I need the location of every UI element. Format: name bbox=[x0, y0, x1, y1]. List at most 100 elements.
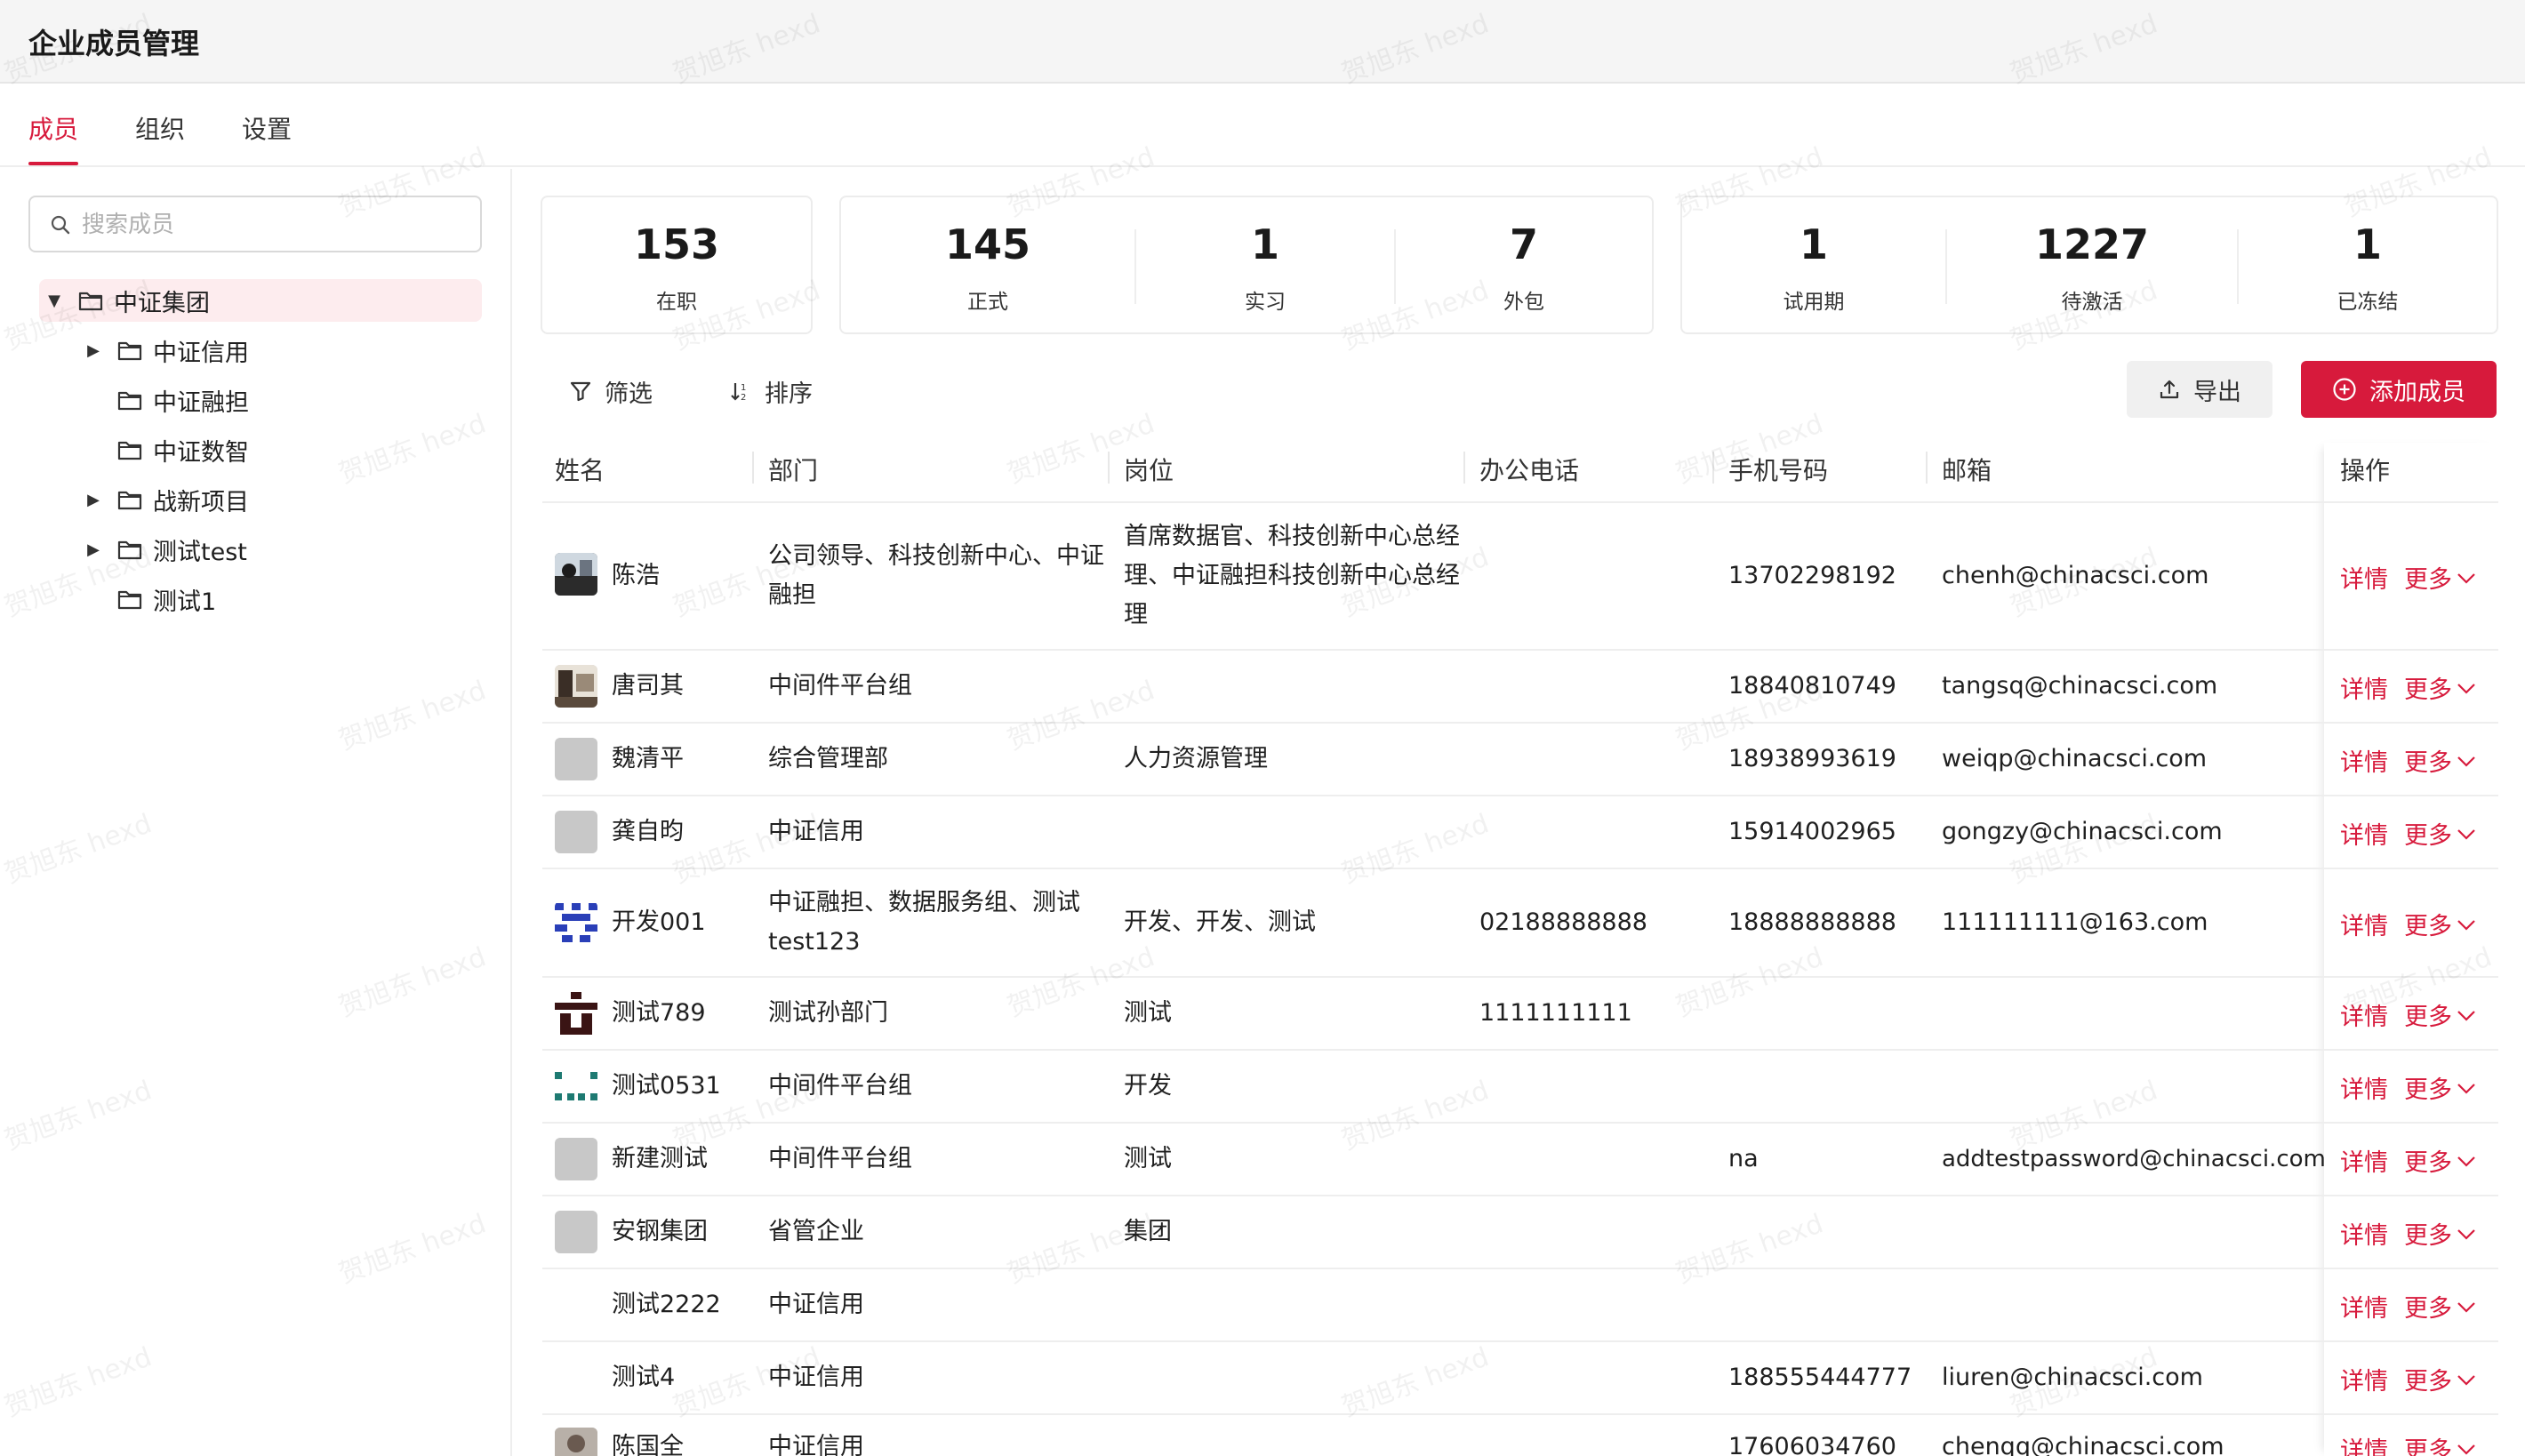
more-menu[interactable]: 更多 bbox=[2404, 670, 2477, 705]
more-menu[interactable]: 更多 bbox=[2404, 1431, 2477, 1456]
column-header-department[interactable]: 部门 bbox=[768, 452, 818, 487]
cell-name[interactable]: 安钢集团 bbox=[612, 1212, 708, 1252]
cell-department: 公司领导、科技创新中心、中证融担 bbox=[768, 542, 1104, 609]
detail-link[interactable]: 详情 bbox=[2340, 1431, 2388, 1456]
more-menu[interactable]: 更多 bbox=[2404, 1143, 2477, 1178]
more-menu[interactable]: 更多 bbox=[2404, 1289, 2477, 1324]
org-sidebar: ▼ 中证集团 ▶ 中证信用 中证融担 中证数智 ▶ 战新项目 ▶ 测试test … bbox=[0, 169, 512, 1456]
detail-link[interactable]: 详情 bbox=[2340, 1362, 2388, 1396]
more-menu[interactable]: 更多 bbox=[2404, 816, 2477, 851]
cell-name[interactable]: 唐司其 bbox=[612, 667, 684, 706]
cell-name[interactable]: 测试789 bbox=[612, 994, 706, 1033]
more-label: 更多 bbox=[2404, 1004, 2452, 1031]
detail-link[interactable]: 详情 bbox=[2340, 1143, 2388, 1178]
row-divider bbox=[542, 1413, 2498, 1415]
more-menu[interactable]: 更多 bbox=[2404, 743, 2477, 778]
chevron-down-icon bbox=[2457, 756, 2475, 767]
detail-link[interactable]: 详情 bbox=[2340, 560, 2388, 595]
cell-name[interactable]: 测试4 bbox=[612, 1358, 675, 1397]
avatar bbox=[555, 1428, 597, 1456]
column-header-office-phone[interactable]: 办公电话 bbox=[1479, 452, 1579, 487]
more-menu[interactable]: 更多 bbox=[2404, 907, 2477, 941]
detail-link[interactable]: 详情 bbox=[2340, 1289, 2388, 1324]
svg-text:2: 2 bbox=[741, 393, 746, 403]
cell-name[interactable]: 陈国全 bbox=[612, 1428, 684, 1456]
cell-department: 中证信用 bbox=[768, 818, 864, 845]
avatar bbox=[555, 1211, 597, 1253]
column-header-email[interactable]: 邮箱 bbox=[1942, 452, 1992, 487]
row-divider bbox=[542, 795, 2498, 796]
tree-node-label: 测试test bbox=[153, 538, 247, 566]
row-divider bbox=[542, 722, 2498, 724]
watermark: 贺旭东 hexd bbox=[1671, 941, 1828, 1024]
caret-right-icon[interactable]: ▶ bbox=[82, 341, 105, 360]
detail-link[interactable]: 详情 bbox=[2340, 816, 2388, 851]
member-search-box[interactable] bbox=[28, 196, 482, 252]
export-button[interactable]: 导出 bbox=[2127, 361, 2272, 418]
stat-value: 1 bbox=[1799, 220, 1828, 268]
filter-button[interactable]: 筛选 bbox=[569, 373, 653, 409]
cell-email: liuren@chinacsci.com bbox=[1942, 1364, 2203, 1391]
cell-name[interactable]: 测试0531 bbox=[612, 1067, 721, 1106]
search-input[interactable] bbox=[82, 208, 464, 242]
detail-link[interactable]: 详情 bbox=[2340, 670, 2388, 705]
more-menu[interactable]: 更多 bbox=[2404, 1216, 2477, 1251]
row-divider bbox=[542, 649, 2498, 651]
column-header-position[interactable]: 岗位 bbox=[1124, 452, 1174, 487]
avatar bbox=[555, 738, 597, 780]
cell-position: 开发 bbox=[1124, 1072, 1172, 1100]
cell-name[interactable]: 陈浩 bbox=[612, 556, 660, 596]
more-menu[interactable]: 更多 bbox=[2404, 1070, 2477, 1105]
stat-probation: 1 试用期 bbox=[1682, 197, 1945, 332]
cell-name[interactable]: 新建测试 bbox=[612, 1140, 708, 1179]
tree-node-child[interactable]: 中证数智 bbox=[82, 428, 249, 471]
avatar bbox=[555, 1138, 597, 1180]
tree-node-child[interactable]: ▶ 战新项目 bbox=[82, 478, 249, 521]
detail-link[interactable]: 详情 bbox=[2340, 1216, 2388, 1251]
tab-members[interactable]: 成员 bbox=[28, 110, 78, 146]
folder-icon bbox=[117, 489, 142, 510]
sort-button[interactable]: 12 排序 bbox=[729, 373, 813, 409]
row-divider bbox=[542, 868, 2498, 869]
cell-office-phone: 02188888888 bbox=[1479, 908, 1647, 936]
search-icon bbox=[51, 215, 70, 235]
column-header-name[interactable]: 姓名 bbox=[555, 452, 605, 487]
caret-right-icon[interactable]: ▶ bbox=[82, 491, 105, 509]
tab-settings[interactable]: 设置 bbox=[242, 110, 292, 146]
cell-name[interactable]: 龚自昀 bbox=[612, 812, 684, 852]
cell-name[interactable]: 开发001 bbox=[612, 903, 706, 942]
cell-mobile: 18888888888 bbox=[1728, 908, 1896, 936]
detail-link[interactable]: 详情 bbox=[2340, 1070, 2388, 1105]
cell-email: 111111111@163.com bbox=[1942, 908, 2208, 936]
folder-icon bbox=[117, 588, 142, 610]
tree-node-root[interactable]: ▼ 中证集团 bbox=[39, 279, 482, 322]
tree-node-child[interactable]: ▶ 中证信用 bbox=[82, 329, 249, 372]
detail-link[interactable]: 详情 bbox=[2340, 997, 2388, 1032]
tree-node-label: 测试1 bbox=[153, 588, 217, 616]
caret-right-icon[interactable]: ▶ bbox=[82, 540, 105, 559]
more-menu[interactable]: 更多 bbox=[2404, 560, 2477, 595]
cell-name[interactable]: 魏清平 bbox=[612, 740, 684, 779]
detail-link[interactable]: 详情 bbox=[2340, 907, 2388, 941]
row-divider bbox=[542, 1049, 2498, 1051]
cell-name[interactable]: 测试2222 bbox=[612, 1285, 721, 1324]
column-header-mobile[interactable]: 手机号码 bbox=[1728, 452, 1828, 487]
cell-email: tangsq@chinacsci.com bbox=[1942, 672, 2218, 700]
tree-node-child[interactable]: 测试1 bbox=[82, 578, 216, 620]
cell-department: 中间件平台组 bbox=[768, 1072, 912, 1100]
more-menu[interactable]: 更多 bbox=[2404, 997, 2477, 1032]
chevron-down-icon bbox=[2457, 1374, 2475, 1386]
add-member-button[interactable]: 添加成员 bbox=[2301, 361, 2497, 418]
caret-down-icon[interactable]: ▼ bbox=[43, 292, 66, 310]
detail-link[interactable]: 详情 bbox=[2340, 743, 2388, 778]
tree-node-child[interactable]: 中证融担 bbox=[82, 379, 249, 421]
row-divider bbox=[542, 1340, 2498, 1342]
cell-department: 测试孙部门 bbox=[768, 999, 888, 1027]
more-label: 更多 bbox=[2404, 1149, 2452, 1177]
cell-position: 测试 bbox=[1124, 999, 1172, 1027]
tree-node-child[interactable]: ▶ 测试test bbox=[82, 528, 247, 571]
more-menu[interactable]: 更多 bbox=[2404, 1362, 2477, 1396]
tab-organization[interactable]: 组织 bbox=[135, 110, 185, 146]
chevron-down-icon bbox=[2457, 572, 2475, 584]
stat-card-employment: 145 正式 1 实习 7 外包 bbox=[839, 196, 1654, 334]
